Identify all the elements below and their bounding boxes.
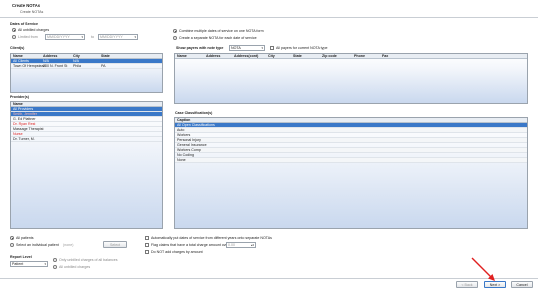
all-unbilled-label: All unbilled charges [18, 28, 50, 32]
combine-dates-label: Combine multiple dates of service on one… [179, 29, 264, 33]
annotation-arrow-icon [471, 257, 495, 281]
payers-grid[interactable]: Name Address Address(cont) City State Zi… [174, 53, 528, 104]
payers-col-address: Address [206, 54, 221, 58]
payers-col-phone: Phone [354, 54, 365, 58]
providers-grid[interactable]: Name All Providers Smith, Jennifer G. Ed… [10, 101, 163, 229]
title-divider [0, 17, 538, 18]
flag-amount-value: 0.00 [228, 243, 235, 247]
select-patient-label: Select an individual patient [16, 243, 59, 247]
providers-heading: Provider(s) [10, 95, 29, 99]
all-patients-label: All patients [16, 236, 34, 240]
only-unbilled-radio[interactable] [53, 258, 57, 262]
select-patient-button[interactable]: Select [103, 241, 127, 248]
client-state: PA [101, 64, 106, 68]
report-level-select[interactable]: Patient ▾ [10, 261, 48, 267]
note-type-select[interactable]: NOTA ▾ [229, 45, 265, 51]
limited-from-radio[interactable] [12, 35, 16, 39]
clients-grid[interactable]: Name Address City State All Clients N/A … [10, 53, 163, 93]
from-date-field[interactable]: MM/DD/YYYY ▾ [45, 34, 85, 40]
case-classifications-heading: Case Classification(s) [175, 111, 213, 115]
list-item[interactable]: None [175, 158, 527, 163]
report-all-unbilled-label: All unbilled charges [59, 265, 91, 269]
provider-name: Nurse [13, 132, 23, 136]
provider-name: Smith, Jennifer [13, 112, 37, 116]
case-caption: None [177, 158, 186, 162]
provider-name: All Providers [13, 107, 34, 111]
case-caption: Workers Comp [177, 148, 201, 152]
provider-name: Dr. Ryan Rest [13, 122, 36, 126]
case-caption: Personal Injury [177, 138, 201, 142]
payers-col-zip: Zip code [322, 54, 337, 58]
client-city: Phila [73, 64, 81, 68]
chevron-down-icon: ▾ [261, 46, 263, 50]
to-date-value: MM/DD/YYYY [100, 35, 123, 39]
case-classifications-grid[interactable]: Caption All Open Classifications Auto Wo… [174, 117, 528, 229]
flag-claims-label: Flag claims that have a total charge amo… [151, 243, 229, 247]
skip-charges-label: Do NOT add charges by amount [151, 250, 203, 254]
provider-name: Dr. Turner, M. [13, 137, 35, 141]
case-caption: Workers [177, 133, 191, 137]
separate-years-label: Automatically put dates of service from … [151, 236, 272, 240]
case-caption: All Open Classifications [177, 123, 215, 127]
case-caption: No Coding [177, 153, 194, 157]
all-payers-checkbox[interactable] [270, 46, 274, 50]
all-payers-label: All payers for current NOTA type [276, 46, 328, 50]
report-level-heading: Report Level [10, 255, 32, 259]
list-item[interactable]: Dr. Turner, M. [11, 137, 162, 142]
case-caption: General Insurance [177, 143, 207, 147]
cancel-button[interactable]: Cancel [511, 281, 533, 288]
show-payers-label: Show payers with note type [176, 46, 224, 50]
report-all-unbilled-radio[interactable] [53, 265, 57, 269]
limited-from-label: Limited from [18, 35, 38, 39]
payers-col-state: State [293, 54, 302, 58]
clients-heading: Client(s) [10, 46, 25, 50]
payers-col-fax: Fax [382, 54, 389, 58]
to-date-field[interactable]: MM/DD/YYYY ▾ [98, 34, 138, 40]
dates-of-service-heading: Dates of Service [10, 22, 38, 26]
case-caption: Auto [177, 128, 185, 132]
only-unbilled-label: Only unbilled charges of all balances [59, 258, 118, 262]
select-patient-radio[interactable] [10, 243, 14, 247]
calendar-icon[interactable]: ▾ [81, 35, 83, 40]
client-address: 200 N. Front St [43, 64, 68, 68]
table-row[interactable]: Town Of Hempstead 200 N. Front St Phila … [11, 64, 162, 69]
provider-name: Massage Therapist [13, 127, 44, 131]
client-name: Town Of Hempstead [13, 64, 46, 68]
all-patients-radio[interactable] [10, 236, 14, 240]
payers-grid-header: Name Address Address(cont) City State Zi… [175, 54, 527, 59]
calendar-icon[interactable]: ▾ [134, 35, 136, 40]
separate-years-checkbox[interactable] [145, 236, 149, 240]
payers-col-address-cont: Address(cont) [234, 54, 259, 58]
chevron-down-icon: ▾ [44, 262, 46, 266]
combine-dates-radio[interactable] [173, 29, 177, 33]
payers-col-name: Name [177, 54, 187, 58]
payers-col-city: City [268, 54, 275, 58]
note-type-value: NOTA [231, 46, 241, 50]
all-unbilled-radio[interactable] [12, 28, 16, 32]
flag-amount-field[interactable]: 0.00 ▴▾ [226, 242, 256, 248]
window-title: Create NOTAs [12, 3, 41, 8]
flag-claims-checkbox[interactable] [145, 243, 149, 247]
patient-value: (none) [63, 243, 74, 247]
window-subtitle: Create NOTAs [20, 10, 44, 14]
footer-divider [0, 278, 538, 279]
provider-name: G. Ed Plattner [13, 117, 36, 121]
to-label: to [91, 35, 94, 39]
chevron-down-icon: ▴▾ [250, 243, 254, 247]
report-level-value: Patient [12, 262, 24, 266]
from-date-value: MM/DD/YYYY [47, 35, 70, 39]
separate-nota-label: Create a separate NOTA for each date of … [179, 36, 257, 40]
separate-nota-radio[interactable] [173, 36, 177, 40]
skip-charges-checkbox[interactable] [145, 250, 149, 254]
